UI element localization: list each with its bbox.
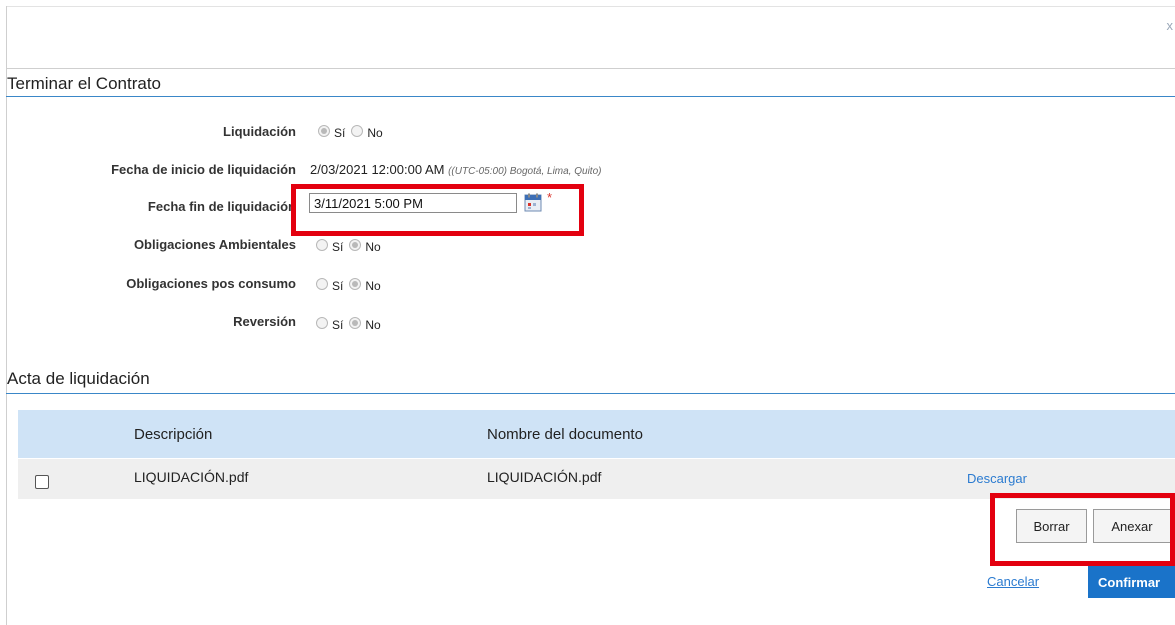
obligaciones-ambientales-radio-group: Sí No bbox=[316, 238, 387, 254]
row-nombre-documento: LIQUIDACIÓN.pdf bbox=[487, 469, 602, 485]
fecha-inicio-label: Fecha de inicio de liquidación bbox=[111, 162, 296, 177]
section-title-acta: Acta de liquidación bbox=[7, 369, 150, 388]
obligaciones-ambientales-label: Obligaciones Ambientales bbox=[133, 237, 296, 252]
fecha-fin-label: Fecha fin de liquidación bbox=[147, 199, 296, 214]
column-header-descripcion: Descripción bbox=[134, 426, 213, 443]
radio-label-si: Sí bbox=[334, 126, 346, 140]
liquidacion-si-radio[interactable] bbox=[318, 125, 330, 137]
liquidacion-label: Liquidación bbox=[223, 124, 296, 139]
descargar-link[interactable]: Descargar bbox=[967, 471, 1027, 486]
fecha-inicio-text: 2/03/2021 12:00:00 AM bbox=[310, 162, 445, 177]
radio-label-no: No bbox=[365, 240, 381, 254]
liquidacion-radio-group: Sí No bbox=[318, 124, 389, 140]
reversion-no-radio[interactable] bbox=[349, 317, 362, 329]
close-icon[interactable]: x bbox=[1167, 18, 1174, 33]
reversion-si-radio[interactable] bbox=[316, 317, 328, 329]
header-divider bbox=[6, 68, 1175, 69]
radio-label-no: No bbox=[365, 279, 381, 293]
row-descripcion: LIQUIDACIÓN.pdf bbox=[134, 469, 249, 485]
highlight-buttons-box bbox=[990, 493, 1175, 566]
pos-consumo-si-radio[interactable] bbox=[316, 278, 328, 290]
radio-label-si: Sí bbox=[332, 240, 344, 254]
column-header-nombre: Nombre del documento bbox=[487, 426, 643, 443]
liquidacion-no-radio[interactable] bbox=[351, 125, 364, 137]
radio-label-no: No bbox=[367, 126, 383, 140]
highlight-date-box bbox=[291, 184, 584, 236]
fecha-inicio-value: 2/03/2021 12:00:00 AM ((UTC-05:00) Bogot… bbox=[310, 162, 601, 177]
section-divider bbox=[6, 96, 1175, 97]
radio-label-si: Sí bbox=[332, 279, 344, 293]
section-title-terminar: Terminar el Contrato bbox=[7, 74, 162, 93]
obligaciones-pos-consumo-label: Obligaciones pos consumo bbox=[126, 276, 296, 291]
timezone-text: ((UTC-05:00) Bogotá, Lima, Quito) bbox=[448, 166, 602, 177]
dialog-top-border bbox=[6, 6, 1175, 7]
cancelar-link[interactable]: Cancelar bbox=[987, 574, 1039, 589]
ambientales-si-radio[interactable] bbox=[316, 239, 328, 251]
reversion-label: Reversión bbox=[233, 314, 296, 329]
ambientales-no-radio[interactable] bbox=[349, 239, 362, 251]
reversion-radio-group: Sí No bbox=[316, 316, 387, 332]
pos-consumo-no-radio[interactable] bbox=[349, 278, 362, 290]
radio-label-no: No bbox=[365, 318, 381, 332]
row-checkbox[interactable] bbox=[35, 475, 49, 489]
section-divider bbox=[6, 393, 1175, 394]
obligaciones-pos-consumo-radio-group: Sí No bbox=[316, 277, 387, 293]
confirmar-button[interactable]: Confirmar bbox=[1088, 566, 1175, 598]
radio-label-si: Sí bbox=[332, 318, 344, 332]
